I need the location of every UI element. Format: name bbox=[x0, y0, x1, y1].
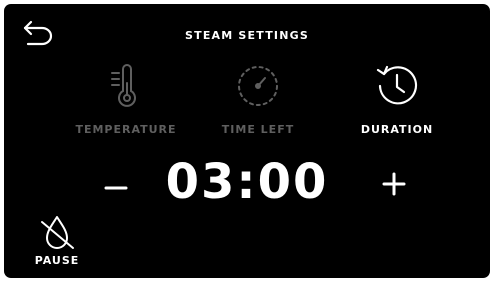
clock-refresh-icon bbox=[376, 65, 418, 105]
steam-settings-screen: STEAM SETTINGS TEMPERATURE TIME LEFT DUR… bbox=[4, 4, 490, 278]
increase-button[interactable] bbox=[380, 170, 408, 198]
tab-time-left[interactable]: TIME LEFT bbox=[198, 61, 318, 136]
duration-value: 03:00 bbox=[165, 154, 329, 210]
decrease-button[interactable] bbox=[102, 174, 130, 202]
tab-temperature-label: TEMPERATURE bbox=[75, 123, 177, 136]
page-title: STEAM SETTINGS bbox=[185, 29, 309, 42]
tab-time-left-label: TIME LEFT bbox=[221, 123, 295, 136]
pause-button[interactable]: PAUSE bbox=[26, 212, 88, 267]
tab-temperature[interactable]: TEMPERATURE bbox=[66, 61, 186, 136]
no-steam-drop-icon bbox=[41, 216, 74, 249]
timer-dial-icon bbox=[238, 66, 278, 106]
tab-duration-label: DURATION bbox=[360, 123, 434, 136]
thermometer-icon bbox=[111, 64, 136, 107]
pause-label: PAUSE bbox=[34, 254, 80, 267]
tab-duration[interactable]: DURATION bbox=[337, 61, 457, 136]
